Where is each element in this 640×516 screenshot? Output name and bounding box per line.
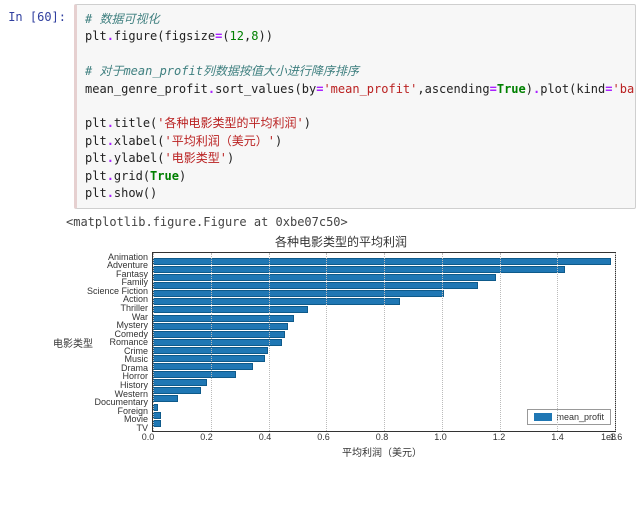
gridline	[269, 253, 270, 431]
y-tick: Mystery	[80, 321, 148, 329]
bar	[153, 306, 308, 313]
input-prompt: In [60]:	[4, 4, 74, 24]
bar	[153, 395, 178, 402]
bar	[153, 420, 161, 427]
bar	[153, 412, 161, 419]
legend: mean_profit	[527, 409, 611, 425]
bar	[153, 363, 253, 370]
bar	[153, 331, 285, 338]
bar	[153, 290, 444, 297]
x-tick: 0.8	[376, 432, 389, 442]
gridline	[326, 253, 327, 431]
legend-swatch	[534, 413, 552, 421]
x-tick: 0.2	[200, 432, 213, 442]
x-tick: 0.0	[142, 432, 155, 442]
gridline	[615, 253, 616, 431]
x-tick: 1.4	[551, 432, 564, 442]
x-tick-labels: 0.00.20.40.60.81.01.21.41.6	[148, 432, 616, 444]
bar	[153, 282, 478, 289]
code-comment: # 数据可视化	[85, 12, 159, 26]
x-tick: 1.2	[493, 432, 506, 442]
bar	[153, 387, 201, 394]
chart-title: 各种电影类型的平均利润	[66, 233, 616, 250]
bar	[153, 355, 265, 362]
bar	[153, 371, 236, 378]
bar	[153, 274, 496, 281]
gridline	[384, 253, 385, 431]
x-tick: 1.0	[434, 432, 447, 442]
notebook-cell: In [60]: # 数据可视化 plt.figure(figsize=(12,…	[4, 4, 636, 209]
y-tick: TV	[80, 424, 148, 432]
bar	[153, 266, 565, 273]
chart-output: 各种电影类型的平均利润 电影类型 AnimationAdventureFanta…	[66, 233, 616, 459]
gridline	[153, 253, 154, 431]
x-tick: 0.4	[259, 432, 272, 442]
bar	[153, 315, 294, 322]
bar	[153, 339, 282, 346]
bar	[153, 298, 400, 305]
bar	[153, 379, 207, 386]
y-tick: Documentary	[80, 398, 148, 406]
x-axis-scale: 1e8	[601, 432, 616, 442]
gridline	[557, 253, 558, 431]
plot-area: mean_profit	[152, 252, 616, 432]
y-tick: Romance	[80, 338, 148, 346]
legend-label: mean_profit	[556, 412, 604, 422]
y-axis-label: 电影类型	[66, 252, 80, 432]
code-input[interactable]: # 数据可视化 plt.figure(figsize=(12,8)) # 对于m…	[74, 4, 636, 209]
y-tick: Thriller	[80, 304, 148, 312]
y-tick-labels: AnimationAdventureFantasyFamilyScience F…	[80, 252, 152, 432]
output-repr: <matplotlib.figure.Figure at 0xbe07c50>	[66, 215, 636, 229]
gridline	[211, 253, 212, 431]
gridline	[442, 253, 443, 431]
bar	[153, 258, 611, 265]
y-tick: History	[80, 381, 148, 389]
x-axis-label: 平均利润（美元）	[342, 448, 422, 459]
gridline	[500, 253, 501, 431]
code-comment: # 对于mean_profit列数据按值大小进行降序排序	[85, 64, 359, 78]
y-tick: Adventure	[80, 261, 148, 269]
x-tick: 0.6	[317, 432, 330, 442]
